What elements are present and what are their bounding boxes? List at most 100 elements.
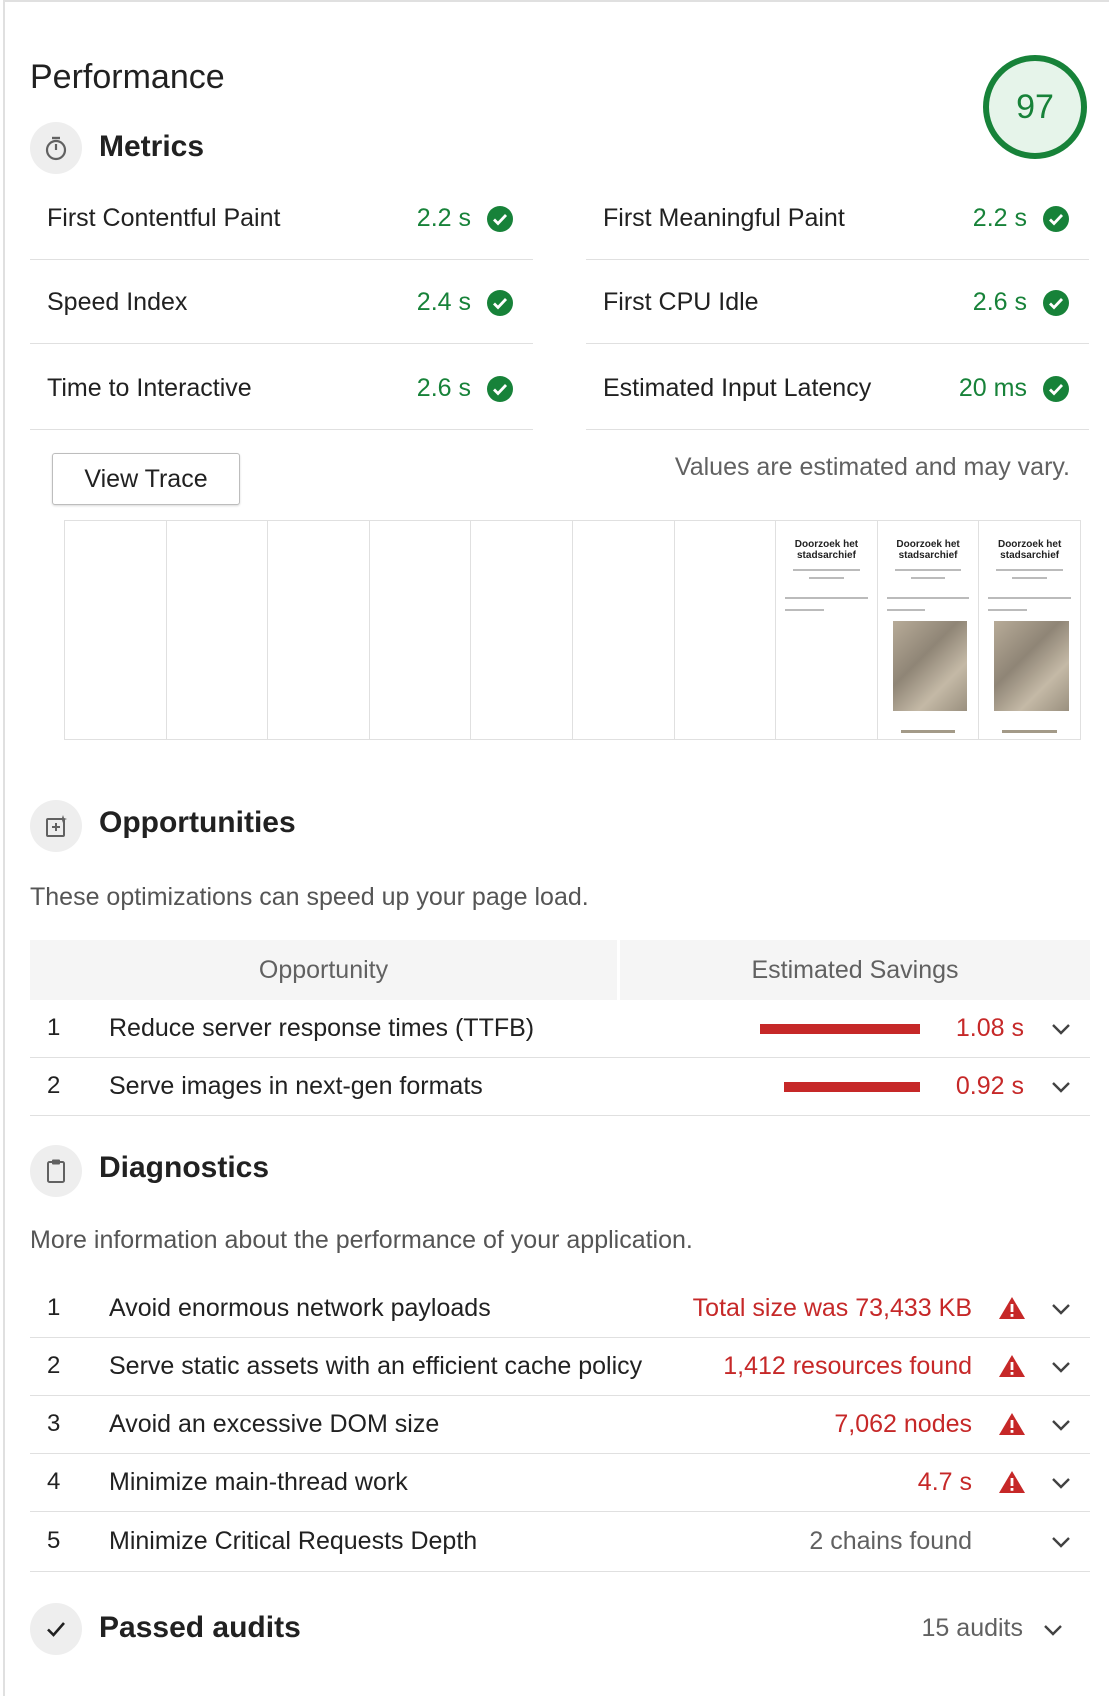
opportunities-title: Opportunities	[99, 806, 296, 839]
stopwatch-icon	[30, 122, 82, 174]
filmstrip-frame	[573, 521, 675, 739]
thumbnail-heading: Doorzoek het stadsarchief	[794, 539, 859, 561]
diagnostic-value: 2 chains found	[809, 1527, 972, 1555]
column-header-savings: Estimated Savings	[620, 940, 1090, 1000]
filmstrip-frame	[471, 521, 573, 739]
thumbnail-heading: Doorzoek het stadsarchief	[896, 539, 960, 561]
diagnostic-value: Total size was 73,433 KB	[692, 1294, 972, 1322]
metric-label: First Contentful Paint	[47, 204, 281, 232]
opportunity-label: Reduce server response times (TTFB)	[109, 1014, 535, 1042]
metric-label: Estimated Input Latency	[603, 374, 872, 402]
pass-check-icon	[487, 376, 513, 402]
diagnostic-label: Avoid enormous network payloads	[109, 1294, 491, 1322]
savings-bar	[784, 1082, 920, 1092]
metric-value: 2.6 s	[972, 288, 1027, 316]
metric-first-meaningful-paint: First Meaningful Paint 2.2 s	[586, 176, 1089, 260]
column-header-opportunity: Opportunity	[30, 940, 617, 1000]
opportunities-description: These optimizations can speed up your pa…	[30, 883, 589, 911]
chevron-down-icon[interactable]	[1050, 1418, 1072, 1432]
row-number: 5	[47, 1527, 61, 1554]
thumbnail-heading: Doorzoek het stadsarchief	[997, 539, 1062, 561]
diagnostic-value: 1,412 resources found	[723, 1352, 972, 1380]
metric-value: 2.6 s	[416, 374, 471, 402]
filmstrip-frame	[370, 521, 472, 739]
metric-value: 20 ms	[958, 374, 1027, 402]
view-trace-button[interactable]: View Trace	[52, 453, 240, 505]
savings-value: 1.08 s	[955, 1014, 1024, 1042]
metric-label: Time to Interactive	[47, 374, 252, 402]
filmstrip-frame: Doorzoek het stadsarchief	[878, 521, 980, 739]
chevron-down-icon[interactable]	[1050, 1476, 1072, 1490]
warning-triangle-icon	[999, 1297, 1025, 1319]
performance-score-gauge: 97	[983, 55, 1087, 159]
passed-audits-count: 15 audits	[921, 1614, 1023, 1642]
diagnostic-value: 7,062 nodes	[834, 1410, 972, 1438]
metric-label: First Meaningful Paint	[603, 204, 845, 232]
row-number: 3	[47, 1410, 61, 1437]
pass-check-icon	[487, 206, 513, 232]
diagnostics-description: More information about the performance o…	[30, 1226, 693, 1254]
diagnostic-row[interactable]: 2 Serve static assets with an efficient …	[30, 1338, 1090, 1396]
savings-bar	[760, 1024, 920, 1034]
metric-speed-index: Speed Index 2.4 s	[30, 260, 533, 344]
diagnostic-label: Minimize Critical Requests Depth	[109, 1527, 478, 1555]
filmstrip-frame	[675, 521, 777, 739]
pass-check-icon	[1043, 290, 1069, 316]
diagnostic-row[interactable]: 3 Avoid an excessive DOM size 7,062 node…	[30, 1396, 1090, 1454]
clipboard-icon	[30, 1145, 82, 1197]
metric-value: 2.4 s	[416, 288, 471, 316]
filmstrip-frame: Doorzoek het stadsarchief	[776, 521, 878, 739]
opportunity-label: Serve images in next-gen formats	[109, 1072, 483, 1100]
metric-label: First CPU Idle	[603, 288, 759, 316]
row-number: 2	[47, 1352, 61, 1379]
filmstrip-frame	[167, 521, 269, 739]
pass-check-icon	[1043, 206, 1069, 232]
warning-triangle-icon	[999, 1471, 1025, 1493]
diagnostic-label: Serve static assets with an efficient ca…	[109, 1352, 643, 1380]
thumbnail-image	[892, 621, 968, 711]
metric-value: 2.2 s	[416, 204, 471, 232]
diagnostic-row[interactable]: 5 Minimize Critical Requests Depth 2 cha…	[30, 1512, 1090, 1572]
opportunity-row[interactable]: 1 Reduce server response times (TTFB) 1.…	[30, 1000, 1090, 1058]
metric-first-cpu-idle: First CPU Idle 2.6 s	[586, 260, 1089, 344]
checkmark-icon	[30, 1603, 82, 1655]
metric-first-contentful-paint: First Contentful Paint 2.2 s	[30, 176, 533, 260]
metrics-disclaimer: Values are estimated and may vary.	[674, 453, 1070, 481]
pass-check-icon	[487, 290, 513, 316]
diagnostic-row[interactable]: 1 Avoid enormous network payloads Total …	[30, 1280, 1090, 1338]
diagnostic-row[interactable]: 4 Minimize main-thread work 4.7 s	[30, 1454, 1090, 1512]
chevron-down-icon[interactable]	[1050, 1535, 1072, 1549]
filmstrip-frame: Doorzoek het stadsarchief	[979, 521, 1080, 739]
row-number: 2	[47, 1072, 61, 1099]
chevron-down-icon[interactable]	[1050, 1360, 1072, 1374]
chevron-down-icon[interactable]	[1050, 1080, 1072, 1094]
metric-value: 2.2 s	[972, 204, 1027, 232]
chevron-down-icon[interactable]	[1042, 1623, 1064, 1637]
metrics-title: Metrics	[99, 130, 205, 163]
chevron-down-icon[interactable]	[1050, 1022, 1072, 1036]
passed-audits-title[interactable]: Passed audits	[99, 1611, 301, 1645]
savings-value: 0.92 s	[955, 1072, 1024, 1100]
filmstrip: Doorzoek het stadsarchief Doorzoek het s…	[64, 520, 1081, 740]
page-title: Performance	[30, 58, 225, 96]
chevron-down-icon[interactable]	[1050, 1302, 1072, 1316]
filmstrip-frame	[268, 521, 370, 739]
metric-time-to-interactive: Time to Interactive 2.6 s	[30, 346, 533, 430]
opportunity-row[interactable]: 2 Serve images in next-gen formats 0.92 …	[30, 1058, 1090, 1116]
diagnostics-title: Diagnostics	[99, 1151, 270, 1184]
opportunities-icon	[30, 800, 82, 852]
page-thumbnail: Doorzoek het stadsarchief	[880, 525, 976, 739]
performance-score: 97	[1016, 87, 1054, 126]
row-number: 4	[47, 1468, 61, 1495]
warning-triangle-icon	[999, 1355, 1025, 1377]
diagnostic-value: 4.7 s	[917, 1468, 972, 1496]
row-number: 1	[47, 1014, 61, 1041]
warning-triangle-icon	[999, 1413, 1025, 1435]
metric-label: Speed Index	[47, 288, 188, 316]
filmstrip-frame	[65, 521, 167, 739]
opportunities-table-header: Opportunity Estimated Savings	[30, 940, 1090, 1000]
pass-check-icon	[1043, 376, 1069, 402]
page-thumbnail: Doorzoek het stadsarchief	[779, 525, 874, 739]
thumbnail-image	[994, 621, 1069, 711]
diagnostic-label: Avoid an excessive DOM size	[109, 1410, 440, 1438]
